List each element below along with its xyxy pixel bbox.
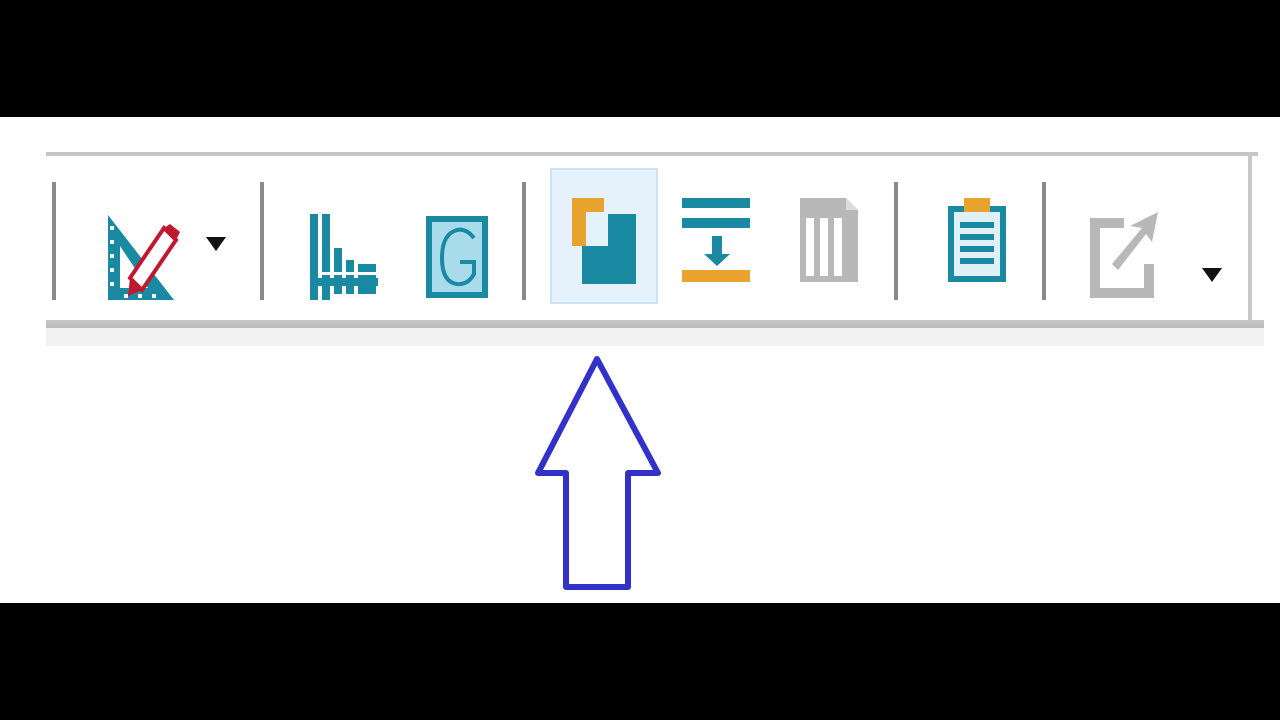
graph-g-icon bbox=[426, 216, 488, 298]
overlap-shapes-icon bbox=[572, 198, 636, 284]
graph-g-button[interactable] bbox=[402, 168, 510, 304]
toolbar-shadow bbox=[46, 328, 1264, 346]
insert-between-lines-button[interactable] bbox=[662, 168, 770, 304]
clipboard-list-icon bbox=[948, 198, 1006, 282]
insert-line-arrow-icon bbox=[682, 198, 750, 282]
chevron-down-icon bbox=[206, 237, 226, 251]
screenshot-frame bbox=[0, 117, 1280, 603]
toolbar-separator bbox=[260, 182, 264, 300]
chart-graph-button[interactable] bbox=[290, 168, 398, 304]
toolbar-separator bbox=[1042, 182, 1046, 300]
toolbar-separator bbox=[522, 182, 526, 300]
up-arrow-icon bbox=[535, 356, 661, 590]
toolbar-separator bbox=[894, 182, 898, 300]
annotation-up-arrow bbox=[530, 347, 670, 597]
external-link-icon bbox=[1090, 212, 1158, 298]
columns-page-icon bbox=[800, 198, 858, 282]
toolbar-bottom-border bbox=[46, 320, 1264, 328]
export-button[interactable] bbox=[1066, 168, 1174, 304]
draft-tools-dropdown-arrow[interactable] bbox=[204, 233, 228, 257]
toolbar bbox=[46, 152, 1264, 346]
draft-tools-button[interactable] bbox=[96, 168, 204, 304]
toolbar-right-border bbox=[1248, 152, 1252, 324]
bar-chart-icon bbox=[310, 214, 378, 300]
columns-button[interactable] bbox=[774, 168, 882, 304]
clipboard-button[interactable] bbox=[922, 168, 1030, 304]
ruler-triangle-pencil-icon bbox=[108, 215, 180, 300]
toolbar-separator bbox=[52, 182, 56, 300]
bring-to-front-button[interactable] bbox=[550, 168, 658, 304]
chevron-down-icon bbox=[1202, 268, 1222, 282]
toolbar-top-border bbox=[46, 152, 1258, 156]
export-dropdown-arrow[interactable] bbox=[1200, 264, 1224, 288]
